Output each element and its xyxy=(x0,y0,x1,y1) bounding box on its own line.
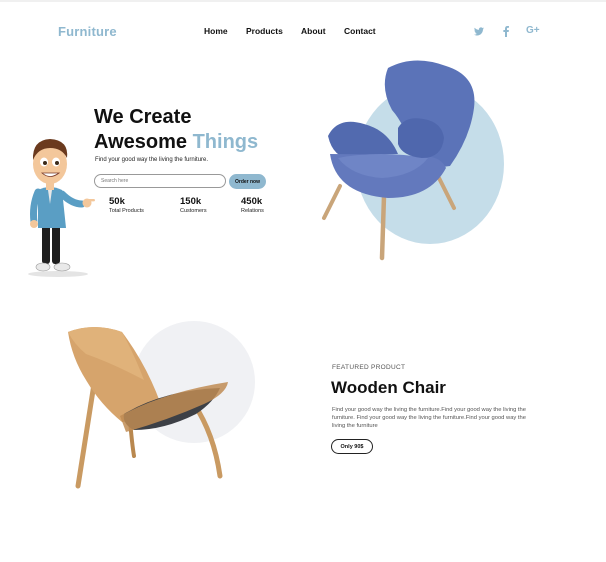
stat-relations: 450k Relations xyxy=(241,196,264,215)
wooden-chair-image xyxy=(68,327,228,489)
order-now-button[interactable]: Order now xyxy=(229,174,266,189)
hero-title-line2: Awesome Things xyxy=(94,130,258,155)
hero-title-line1: We Create xyxy=(94,106,192,128)
nav-home[interactable]: Home xyxy=(204,26,228,36)
twitter-icon[interactable] xyxy=(474,27,484,36)
nav-contact[interactable]: Contact xyxy=(344,26,376,36)
hero-subtitle: Find your good way the living the furnit… xyxy=(95,157,209,163)
hero-title: We Create Awesome Things xyxy=(94,105,258,155)
featured-description: Find your good way the living the furnit… xyxy=(332,407,526,429)
stat-value: 50k xyxy=(109,196,125,207)
blue-armchair-image xyxy=(322,60,475,261)
search-input[interactable] xyxy=(94,174,226,188)
facebook-icon[interactable] xyxy=(503,26,509,37)
stat-total-products: 50k Total Products xyxy=(109,196,144,215)
stat-label: Total Products xyxy=(109,208,144,214)
stat-customers: 150k Customers xyxy=(180,196,207,215)
nav-products[interactable]: Products xyxy=(246,26,283,36)
stat-value: 450k xyxy=(241,196,263,207)
google-plus-icon[interactable]: G+ xyxy=(526,25,540,36)
hero-title-accent: Things xyxy=(192,131,259,153)
price-button[interactable]: Only 90$ xyxy=(331,439,373,454)
stat-label: Relations xyxy=(241,208,264,214)
site-logo[interactable]: Furniture xyxy=(58,24,117,39)
featured-label: FEATURED PRODUCT xyxy=(332,364,406,371)
stat-label: Customers xyxy=(180,208,207,214)
hero-title-plain: Awesome xyxy=(94,131,193,153)
stat-value: 150k xyxy=(180,196,202,207)
nav-about[interactable]: About xyxy=(301,26,326,36)
featured-title: Wooden Chair xyxy=(331,378,446,397)
cartoon-man-illustration xyxy=(28,139,95,277)
top-border xyxy=(0,0,606,2)
